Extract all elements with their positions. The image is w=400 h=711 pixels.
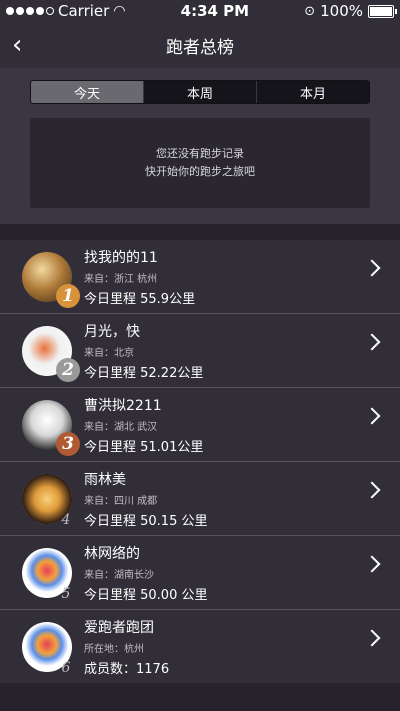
rank-number: 5 [61,585,71,602]
runner-distance: 今日里程 50.00 公里 [84,587,208,603]
signal-icon [6,7,54,15]
wifi-icon: ◠ [113,3,126,19]
tab-month[interactable]: 本月 [256,81,369,103]
list-item[interactable]: 5 林网络的 来自：湖南长沙 今日里程 50.00 公里 [0,536,400,610]
avatar: 5 [22,546,76,602]
team-name: 爱跑者跑团 [84,619,154,636]
avatar: 2 [22,324,80,382]
rank-badge: 2 [56,357,80,382]
list-item[interactable]: 3 曹洪拟2211 来自：湖北 武汉 今日里程 51.01公里 [0,388,400,462]
runner-location: 来自：湖北 武汉 [84,421,158,433]
list-item[interactable]: 2 月光，快 来自：北京 今日里程 52.22公里 [0,314,400,388]
rank-number: 6 [61,659,71,676]
carrier-label: Carrier [58,2,110,20]
back-icon[interactable]: ‹ [12,30,22,60]
avatar: 6 [22,620,76,676]
list-item[interactable]: 4 雨林美 来自：四川 成都 今日里程 50.15 公里 [0,462,400,536]
runner-name: 月光，快 [84,323,140,340]
empty-line-1: 您还没有跑步记录 [156,147,244,160]
team-location: 所在地：杭州 [84,643,144,655]
tab-week[interactable]: 本周 [143,81,256,103]
team-member-count: 成员数：1176 [84,661,170,677]
rank-badge: 3 [56,431,80,456]
runner-location: 来自：四川 成都 [84,495,158,507]
empty-line-2: 快开始你的跑步之旅吧 [145,165,255,178]
runner-name: 曹洪拟2211 [84,397,162,414]
runner-name: 雨林美 [84,471,126,488]
runner-distance: 今日里程 51.01公里 [84,439,204,455]
runner-name: 找我的的11 [84,249,158,266]
status-left: Carrier ◠ [6,2,126,20]
runner-distance: 今日里程 50.15 公里 [84,513,208,529]
list-item[interactable]: 1 找我的的11 来自：浙江 杭州 今日里程 55.9公里 [0,240,400,314]
battery-percent: 100% [320,2,363,20]
status-bar: Carrier ◠ 4:34 PM ⊙ 100% [0,0,400,22]
rank-number: 4 [61,511,71,528]
runner-distance: 今日里程 55.9公里 [84,291,196,307]
list-item[interactable]: 6 爱跑者跑团 所在地：杭州 成员数：1176 [0,610,400,683]
runner-location: 来自：北京 [84,347,134,359]
page-title: 跑者总榜 [166,37,234,58]
tab-today[interactable]: 今天 [31,81,143,103]
ranking-list: 1 找我的的11 来自：浙江 杭州 今日里程 55.9公里 2 月光，快 来自：… [0,240,400,683]
period-segmented-control: 今天 本周 本月 [30,80,370,104]
runner-location: 来自：浙江 杭州 [84,273,158,285]
rotation-lock-icon: ⊙ [304,3,316,19]
avatar: 3 [22,398,80,456]
empty-record-box: 您还没有跑步记录 快开始你的跑步之旅吧 [30,118,370,208]
runner-distance: 今日里程 52.22公里 [84,365,204,381]
nav-bar: ‹ 跑者总榜 [0,22,400,68]
rank-badge: 1 [56,283,80,308]
battery-icon [368,4,397,18]
filter-panel: 今天 本周 本月 您还没有跑步记录 快开始你的跑步之旅吧 [0,68,400,224]
avatar: 4 [22,472,76,528]
status-time: 4:34 PM [180,2,250,20]
avatar: 1 [22,250,80,308]
runner-location: 来自：湖南长沙 [84,569,154,581]
runner-name: 林网络的 [84,545,140,562]
status-right: ⊙ 100% [304,2,397,20]
